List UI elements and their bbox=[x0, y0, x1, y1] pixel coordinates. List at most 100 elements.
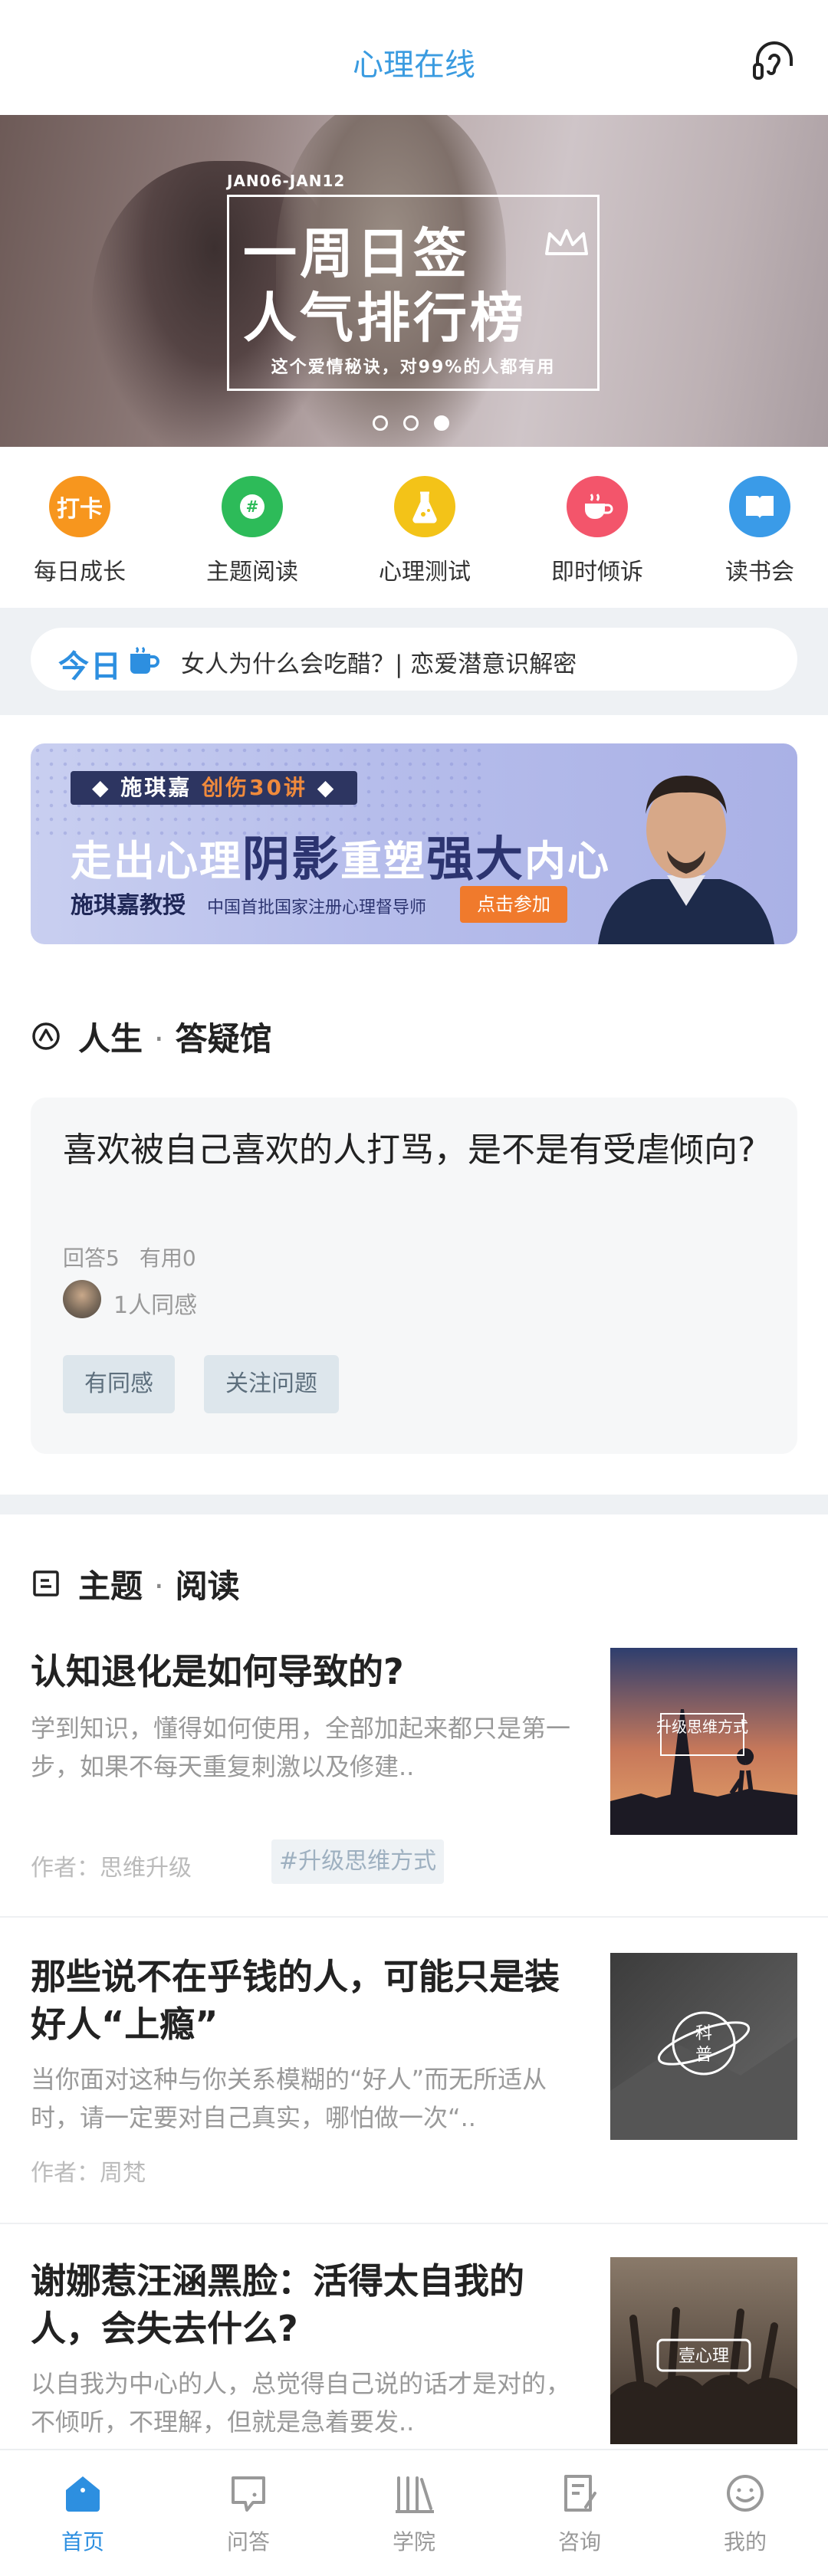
article-thumbnail[interactable]: 壹心理 bbox=[610, 2257, 797, 2444]
ad-tag-name: 施琪嘉 bbox=[120, 775, 192, 800]
science-badge-image: 科 普 bbox=[610, 1953, 797, 2140]
tab-label: 问答 bbox=[226, 2529, 270, 2555]
article-item[interactable]: 那些说不在乎钱的人，可能只是装好人“上瘾” 当你面对这种与你关系模糊的“好人”而… bbox=[0, 1953, 828, 2221]
banner-title-box: 一周日签 人气排行榜 这个爱情秘诀，对99%的人都有用 bbox=[227, 195, 600, 391]
thumbnail-label: 升级思维方式 bbox=[656, 1718, 748, 1736]
course-ad-banner[interactable]: ◆ 施琪嘉 创伤30讲 ◆ 走出心理阴影重塑强大内心 施琪嘉教授 中国首批国家注… bbox=[31, 743, 797, 944]
carousel-indicator bbox=[373, 415, 449, 431]
answer-count: 回答5 bbox=[63, 1245, 120, 1271]
quick-nav-label: 主题阅读 bbox=[206, 559, 298, 586]
svg-text:科: 科 bbox=[695, 2024, 712, 2043]
article-item[interactable]: 认知退化是如何导致的? 学到知识，懂得如何使用，全部加起来都只是第一步，如果不每… bbox=[0, 1648, 828, 1916]
ad-description: 中国首批国家注册心理督导师 bbox=[207, 898, 427, 917]
join-button[interactable]: 点击参加 bbox=[460, 886, 567, 923]
tab-academy[interactable]: 学院 bbox=[331, 2470, 497, 2556]
quick-nav-topic-reading[interactable]: # 主题阅读 bbox=[176, 476, 329, 586]
section-title-part: 人生 bbox=[78, 1019, 143, 1058]
checkin-icon: 打卡 bbox=[49, 476, 110, 537]
home-icon bbox=[66, 2476, 100, 2512]
quick-nav-daily-growth[interactable]: 打卡 每日成长 bbox=[3, 476, 156, 586]
ad-professor: 施琪嘉教授 bbox=[71, 892, 186, 919]
question-card[interactable]: 喜欢被自己喜欢的人打骂，是不是有受虐倾向? 回答5 有用0 1人同感 有同感 关注… bbox=[31, 1098, 797, 1454]
ad-title-part: 重塑 bbox=[340, 837, 427, 885]
article-item[interactable]: 谢娜惹汪涵黑脸：活得太自我的人，会失去什么? 以自我为中心的人，总觉得自己说的话… bbox=[0, 2257, 828, 2456]
carousel-dot[interactable] bbox=[373, 415, 388, 431]
tab-home[interactable]: 首页 bbox=[0, 2470, 166, 2556]
list-divider bbox=[0, 1916, 828, 1918]
library-icon bbox=[396, 2476, 434, 2513]
headset-icon[interactable] bbox=[750, 37, 799, 86]
follow-question-button[interactable]: 关注问题 bbox=[204, 1355, 339, 1413]
qa-section-title: 人生 · 答疑馆 bbox=[78, 1013, 272, 1060]
quick-nav: 打卡 每日成长 # 主题阅读 心理测试 即时倾诉 读书会 bbox=[0, 447, 828, 608]
profile-icon bbox=[727, 2475, 764, 2512]
document-icon bbox=[33, 1570, 59, 1596]
reading-section-title: 主题 · 阅读 bbox=[78, 1560, 240, 1607]
section-title-separator: · bbox=[153, 1019, 164, 1058]
ad-title-part: 阴影 bbox=[242, 831, 341, 887]
tab-qa[interactable]: 问答 bbox=[166, 2470, 331, 2556]
article-title[interactable]: 认知退化是如何导致的? bbox=[31, 1648, 583, 1695]
article-thumbnail[interactable]: 科 普 bbox=[610, 1953, 797, 2140]
thumbnail-label: 壹心理 bbox=[678, 2347, 729, 2366]
hashtag-icon: # bbox=[222, 476, 283, 537]
qa-icon bbox=[232, 2476, 265, 2512]
question-title[interactable]: 喜欢被自己喜欢的人打骂，是不是有受虐倾向? bbox=[63, 1125, 768, 1176]
useful-count: 有用0 bbox=[139, 1245, 196, 1271]
today-headline-bar[interactable]: 今日 女人为什么会吃醋？| 恋爱潜意识解密 bbox=[31, 628, 797, 691]
carousel-dot-active[interactable] bbox=[434, 415, 449, 431]
tab-label: 首页 bbox=[61, 2529, 104, 2555]
article-title[interactable]: 那些说不在乎钱的人，可能只是装好人“上瘾” bbox=[31, 1953, 583, 2048]
quick-nav-psych-test[interactable]: 心理测试 bbox=[348, 476, 501, 586]
ad-title-part: 强大 bbox=[426, 831, 525, 887]
quick-nav-talk[interactable]: 即时倾诉 bbox=[521, 476, 674, 586]
city-sunset-image: 升级思维方式 bbox=[610, 1648, 797, 1835]
svg-text:#: # bbox=[246, 497, 259, 516]
quick-nav-label: 即时倾诉 bbox=[551, 559, 643, 586]
crowd-image: 壹心理 bbox=[610, 2257, 797, 2444]
tab-profile[interactable]: 我的 bbox=[662, 2470, 828, 2556]
section-divider bbox=[0, 1495, 828, 1514]
ad-title: 走出心理阴影重塑强大内心 bbox=[71, 820, 610, 889]
ad-title-part: 走出心理 bbox=[71, 837, 242, 885]
avatar bbox=[63, 1280, 101, 1318]
tab-consult[interactable]: 咨询 bbox=[497, 2470, 662, 2556]
section-title-part: 答疑馆 bbox=[175, 1019, 272, 1058]
list-divider bbox=[0, 2223, 828, 2224]
professor-portrait bbox=[598, 776, 774, 944]
quick-nav-label: 读书会 bbox=[725, 559, 794, 586]
ad-tag: ◆ 施琪嘉 创伤30讲 ◆ bbox=[71, 771, 358, 805]
bottom-tab-bar: 首页 问答 学院 咨询 我的 bbox=[0, 2449, 828, 2576]
agree-button[interactable]: 有同感 bbox=[63, 1355, 175, 1413]
question-meta: 回答5 有用0 bbox=[63, 1242, 196, 1272]
article-author: 作者：周梵 bbox=[31, 2160, 146, 2187]
article-author: 作者：思维升级 bbox=[31, 1855, 192, 1882]
article-tag[interactable]: #升级思维方式 bbox=[271, 1839, 445, 1884]
article-summary: 学到知识，懂得如何使用，全部加起来都只是第一步，如果不每天重复刺激以及修建.. bbox=[31, 1714, 571, 1781]
article-title[interactable]: 谢娜惹汪涵黑脸：活得太自我的人，会失去什么? bbox=[31, 2257, 583, 2352]
article-thumbnail[interactable]: 升级思维方式 bbox=[610, 1648, 797, 1835]
carousel-dot[interactable] bbox=[403, 415, 419, 431]
section-title-part: 阅读 bbox=[175, 1567, 240, 1605]
top-header: 心理在线 bbox=[0, 0, 828, 115]
book-icon bbox=[729, 476, 790, 537]
coffee-icon bbox=[567, 476, 628, 537]
quick-nav-book-club[interactable]: 读书会 bbox=[683, 476, 828, 586]
compass-icon bbox=[32, 1022, 60, 1050]
hero-banner[interactable]: JAN06-JAN12 一周日签 人气排行榜 这个爱情秘诀，对99%的人都有用 bbox=[0, 115, 828, 447]
consult-icon bbox=[564, 2475, 596, 2512]
agree-count: 1人同感 bbox=[113, 1292, 198, 1319]
mug-icon bbox=[130, 646, 159, 674]
today-logo: 今日 bbox=[58, 649, 123, 684]
article-summary: 以自我为中心的人，总觉得自己说的话才是对的，不倾听，不理解，但就是急着要发.. bbox=[31, 2369, 571, 2437]
svg-text:普: 普 bbox=[695, 2046, 712, 2065]
banner-title-line2: 人气排行榜 bbox=[243, 287, 527, 349]
banner-subtitle: 这个爱情秘诀，对99%的人都有用 bbox=[271, 358, 556, 377]
section-title-part: 主题 bbox=[78, 1567, 143, 1605]
tab-label: 学院 bbox=[392, 2529, 435, 2555]
qa-section-header: 人生 · 答疑馆 bbox=[31, 1013, 272, 1059]
article-summary: 当你面对这种与你关系模糊的“好人”而无所适从时，请一定要对自己真实，哪怕做一次“… bbox=[31, 2065, 547, 2132]
quick-nav-label: 每日成长 bbox=[34, 559, 126, 586]
section-title-separator: · bbox=[153, 1567, 164, 1605]
quick-nav-label: 心理测试 bbox=[379, 559, 471, 586]
